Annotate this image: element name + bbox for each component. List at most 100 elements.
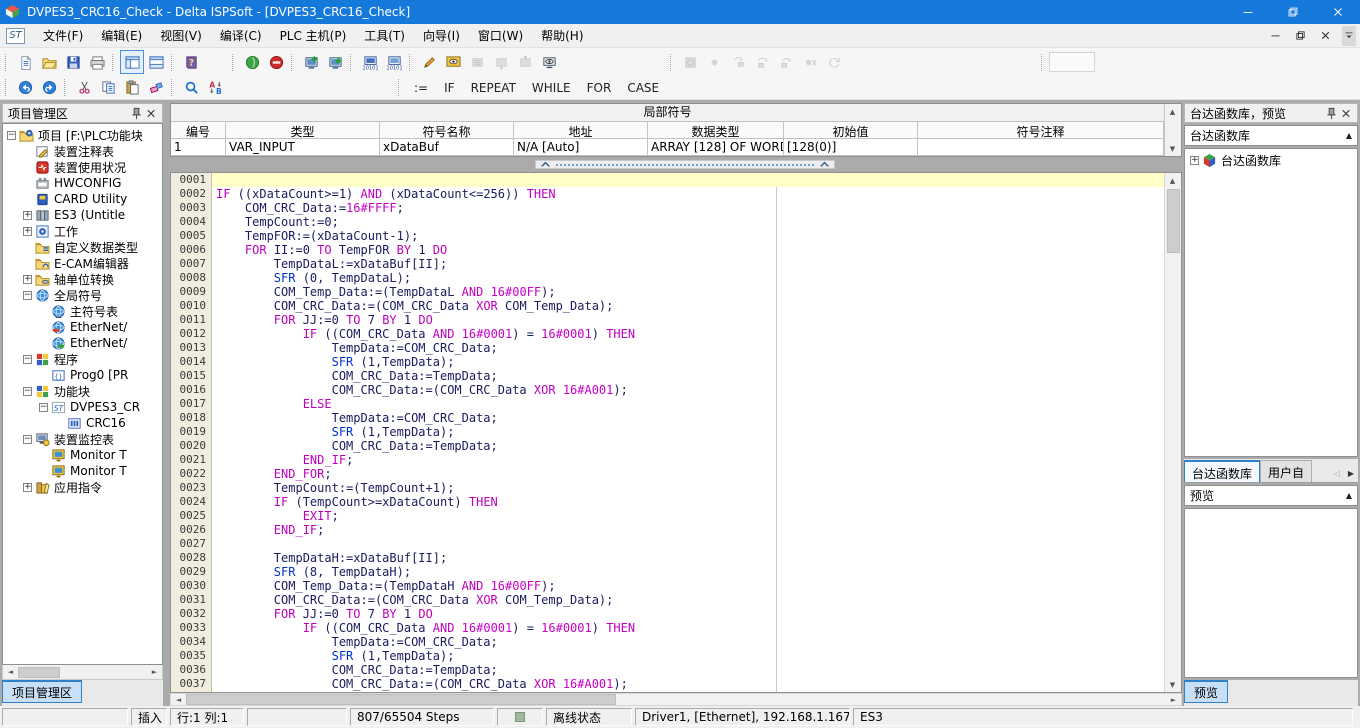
online-edit-button[interactable]	[441, 50, 465, 74]
code-line[interactable]: SFR (1,TempData);	[212, 355, 1164, 369]
tree-item[interactable]: E-CAM编辑器	[4, 255, 161, 271]
mdi-minimize-icon[interactable]	[1267, 28, 1283, 44]
splitter-collapse-handle[interactable]	[535, 160, 835, 169]
pin-icon[interactable]	[1324, 106, 1339, 121]
collapse-icon[interactable]: −	[23, 435, 32, 444]
symbol-cell[interactable]: VAR_INPUT	[226, 139, 380, 156]
code-line[interactable]: COM_CRC_Data:=(COM_CRC_Data XOR COM_Temp…	[212, 299, 1164, 313]
expand-icon[interactable]: +	[23, 211, 32, 220]
symbol-cell[interactable]: N/A [Auto]	[514, 139, 648, 156]
tree-item[interactable]: CARD Utility	[4, 191, 161, 207]
project-window-button[interactable]	[120, 50, 144, 74]
code-line[interactable]: SFR (8, TempDataH);	[212, 565, 1164, 579]
scroll-up-icon[interactable]: ▲	[1165, 104, 1180, 119]
collapse-up-icon[interactable]: ▲	[1346, 491, 1352, 500]
code-line[interactable]: COM_CRC_Data:=(COM_CRC_Data XOR COM_Temp…	[212, 593, 1164, 607]
close-icon[interactable]	[1339, 106, 1354, 121]
tree-item[interactable]: 主符号表	[4, 303, 161, 319]
tree-item[interactable]: 装置使用状况	[4, 159, 161, 175]
symbol-column-header[interactable]: 初始值	[784, 122, 918, 139]
menu-v[interactable]: 视图(V)	[151, 23, 211, 48]
tree-item[interactable]: −全局符号	[4, 287, 161, 303]
eraser-button[interactable]	[144, 76, 168, 100]
symbol-cell[interactable]: [128(0)]	[784, 139, 918, 156]
tab-project-area[interactable]: 项目管理区	[2, 680, 82, 703]
symbol-column-header[interactable]: 符号名称	[380, 122, 514, 139]
menu-e[interactable]: 编辑(E)	[92, 23, 151, 48]
expand-icon[interactable]: +	[1190, 156, 1199, 165]
tree-item[interactable]: +工作	[4, 223, 161, 239]
code-line[interactable]: FOR JJ:=0 TO 7 BY 1 DO	[212, 313, 1164, 327]
symbol-column-header[interactable]: 类型	[226, 122, 380, 139]
open-project-button[interactable]	[37, 50, 61, 74]
tree-item[interactable]: EtherNet/	[4, 319, 161, 335]
menu-i[interactable]: 向导(I)	[414, 23, 469, 48]
scrollbar-thumb[interactable]	[18, 667, 60, 678]
code-line[interactable]: END_IF;	[212, 523, 1164, 537]
library-dropdown[interactable]: 台达函数库 ▲	[1184, 125, 1358, 146]
tree-item[interactable]: +台达函数库	[1187, 152, 1355, 168]
tree-item[interactable]: +应用指令	[4, 479, 161, 495]
tab-scroll-right-icon[interactable]: ▶	[1344, 464, 1358, 482]
menu-w[interactable]: 窗口(W)	[469, 23, 532, 48]
cut-button[interactable]	[72, 76, 96, 100]
menu-plcp[interactable]: PLC 主机(P)	[271, 23, 356, 48]
edit-pen-button[interactable]	[417, 50, 441, 74]
new-file-button[interactable]	[13, 50, 37, 74]
scroll-down-icon[interactable]: ▼	[1165, 677, 1180, 692]
code-line[interactable]: IF ((xDataCount>=1) AND (xDataCount<=256…	[212, 187, 1164, 201]
library-tab[interactable]: 用户自	[1260, 460, 1312, 482]
symbol-column-header[interactable]: 编号	[171, 122, 226, 139]
symbol-cell[interactable]: xDataBuf	[380, 139, 514, 156]
expand-icon[interactable]: +	[23, 483, 32, 492]
collapse-icon[interactable]: −	[23, 387, 32, 396]
project-tree-hscrollbar[interactable]: ◄ ►	[2, 665, 163, 680]
tree-item[interactable]: −项目 [F:\PLC功能块	[4, 127, 161, 143]
stop-button[interactable]	[264, 50, 288, 74]
symbol-column-header[interactable]: 地址	[514, 122, 648, 139]
toolbar-options-icon[interactable]	[1342, 26, 1356, 46]
code-line[interactable]: END_FOR;	[212, 467, 1164, 481]
upload-button[interactable]	[323, 50, 347, 74]
expand-icon[interactable]: +	[23, 227, 32, 236]
code-line[interactable]: EXIT;	[212, 509, 1164, 523]
collapse-icon[interactable]: −	[39, 403, 48, 412]
paste-button[interactable]	[120, 76, 144, 100]
help-button[interactable]: ?	[179, 50, 203, 74]
code-line[interactable]: COM_CRC_Data:=(COM_CRC_Data XOR 16#A001)…	[212, 677, 1164, 691]
code-line[interactable]: COM_Temp_Data:=(TempDataL AND 16#00FF);	[212, 285, 1164, 299]
scroll-right-icon[interactable]: ►	[1166, 693, 1181, 706]
mdi-close-icon[interactable]	[1317, 28, 1333, 44]
code-line[interactable]: TempData:=COM_CRC_Data;	[212, 411, 1164, 425]
redo-button[interactable]	[37, 76, 61, 100]
tree-item[interactable]: 自定义数据类型	[4, 239, 161, 255]
tree-item[interactable]: −程序	[4, 351, 161, 367]
collapse-icon[interactable]: −	[23, 355, 32, 364]
mdi-restore-icon[interactable]	[1292, 28, 1308, 44]
code-line[interactable]: END_IF;	[212, 453, 1164, 467]
save-button[interactable]	[61, 50, 85, 74]
code-line[interactable]: FOR JJ:=0 TO 7 BY 1 DO	[212, 607, 1164, 621]
code-line[interactable]: TempCount:=0;	[212, 215, 1164, 229]
undo-button[interactable]	[13, 76, 37, 100]
code-line[interactable]: COM_CRC_Data:=TempData;	[212, 369, 1164, 383]
restore-icon[interactable]	[1270, 0, 1315, 24]
code-line[interactable]: ELSE	[212, 397, 1164, 411]
tree-item[interactable]: 装置注释表	[4, 143, 161, 159]
find-button[interactable]	[179, 76, 203, 100]
scroll-left-icon[interactable]: ◄	[3, 666, 18, 679]
st-insert-for-button[interactable]: FOR	[579, 78, 620, 98]
code-line[interactable]	[212, 537, 1164, 551]
tree-item[interactable]: +ES3 (Untitle	[4, 207, 161, 223]
menu-h[interactable]: 帮助(H)	[532, 23, 592, 48]
code-line[interactable]: COM_CRC_Data:=16#FFFF;	[212, 201, 1164, 215]
code-line[interactable]: COM_CRC_Data:=TempData;	[212, 439, 1164, 453]
toolbar-combobox[interactable]	[1049, 52, 1095, 72]
code-line[interactable]: FOR II:=0 TO TempFOR BY 1 DO	[212, 243, 1164, 257]
symbol-cell[interactable]: ARRAY [128] OF WORD	[648, 139, 784, 156]
code-line[interactable]: IF ((COM_CRC_Data AND 16#0001) = 16#0001…	[212, 621, 1164, 635]
scroll-down-icon[interactable]: ▼	[1165, 141, 1180, 156]
tree-item[interactable]: −STDVPES3_CR	[4, 399, 161, 415]
code-line[interactable]: TempData:=COM_CRC_Data;	[212, 341, 1164, 355]
close-icon[interactable]	[144, 106, 159, 121]
